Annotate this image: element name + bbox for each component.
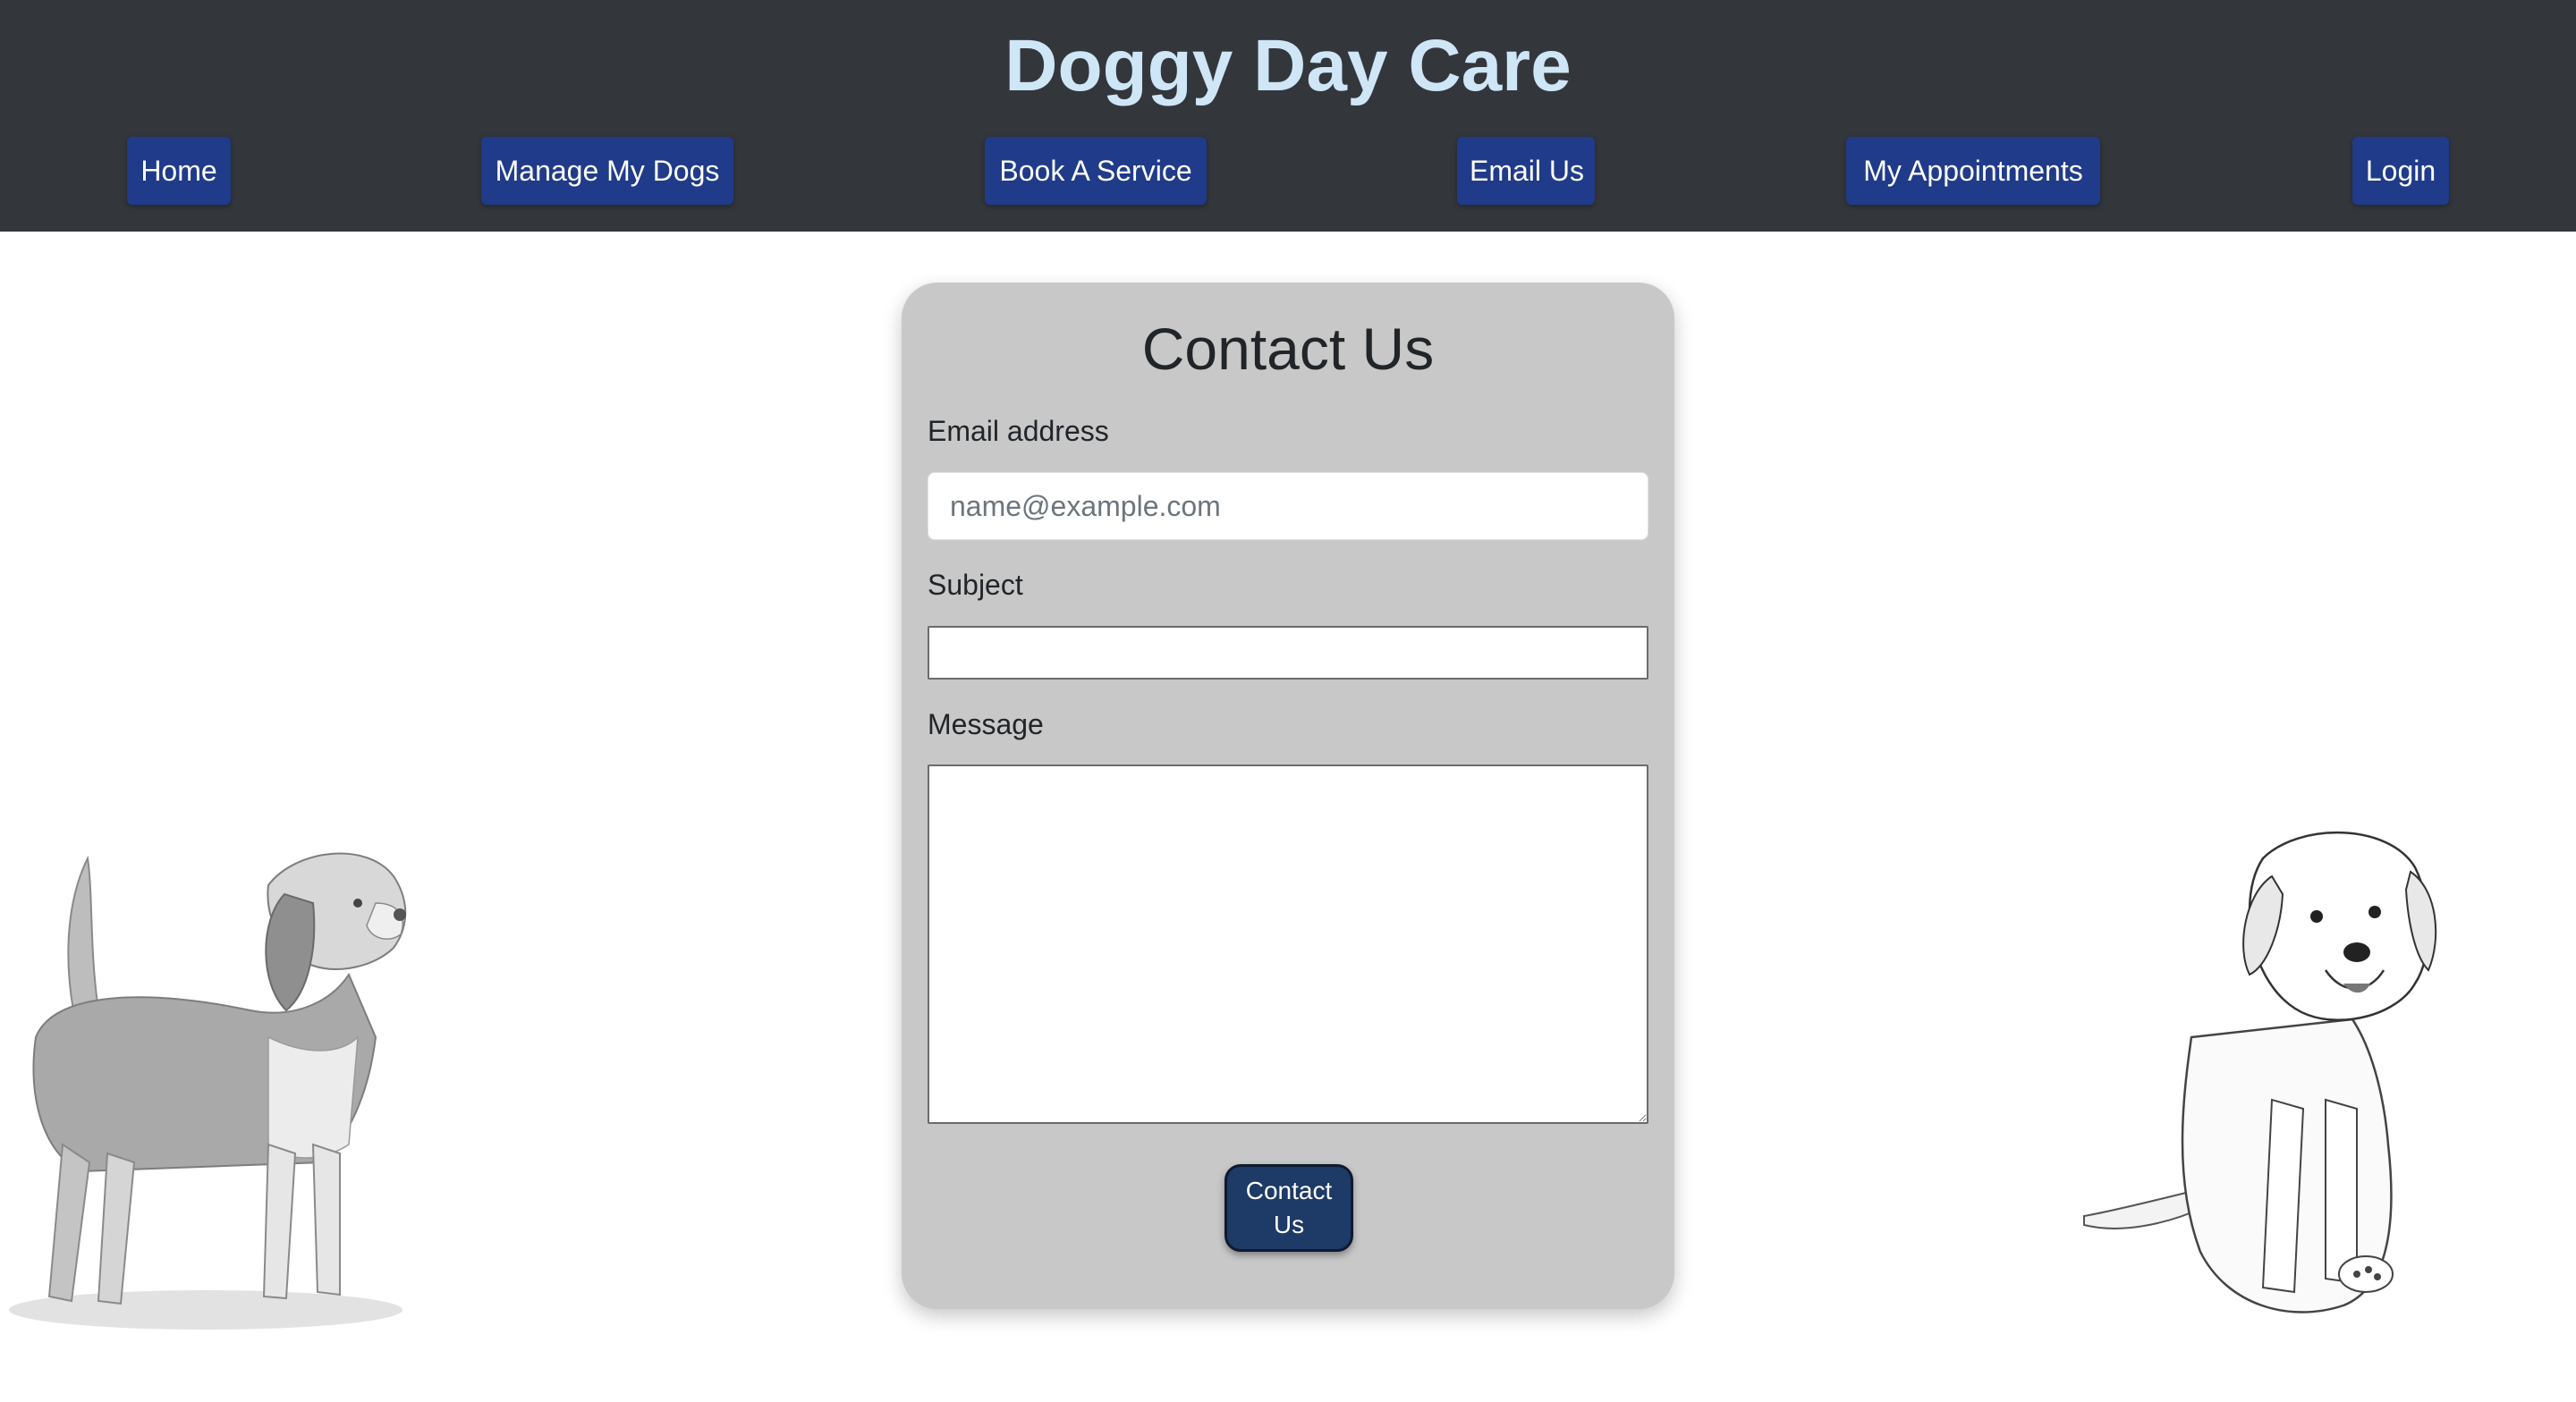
nav-book-a-service-button[interactable]: Book A Service [985,137,1207,205]
contact-us-submit-button[interactable]: Contact Us [1224,1164,1353,1252]
puppy-sketch-image [2083,831,2437,1313]
email-label: Email address [928,415,1109,447]
nav-home-button[interactable]: Home [127,137,231,205]
message-textarea[interactable] [928,764,1648,1124]
message-label: Message [928,708,1044,740]
subject-input[interactable] [928,626,1648,680]
nav-my-appointments-button[interactable]: My Appointments [1846,137,2100,205]
subject-label: Subject [928,569,1023,601]
contact-form-card: Contact Us Email address Subject Message… [902,283,1674,1309]
contact-form-title: Contact Us [1141,316,1435,382]
beagle-sketch-image [9,852,407,1330]
site-title: Doggy Day Care [1004,25,1572,106]
nav-login-button[interactable]: Login [2352,137,2449,205]
email-input[interactable] [928,472,1648,540]
nav-manage-my-dogs-button[interactable]: Manage My Dogs [481,137,733,205]
nav-email-us-button[interactable]: Email Us [1457,137,1595,205]
site-header: Doggy Day Care Home Manage My Dogs Book … [0,0,2576,232]
